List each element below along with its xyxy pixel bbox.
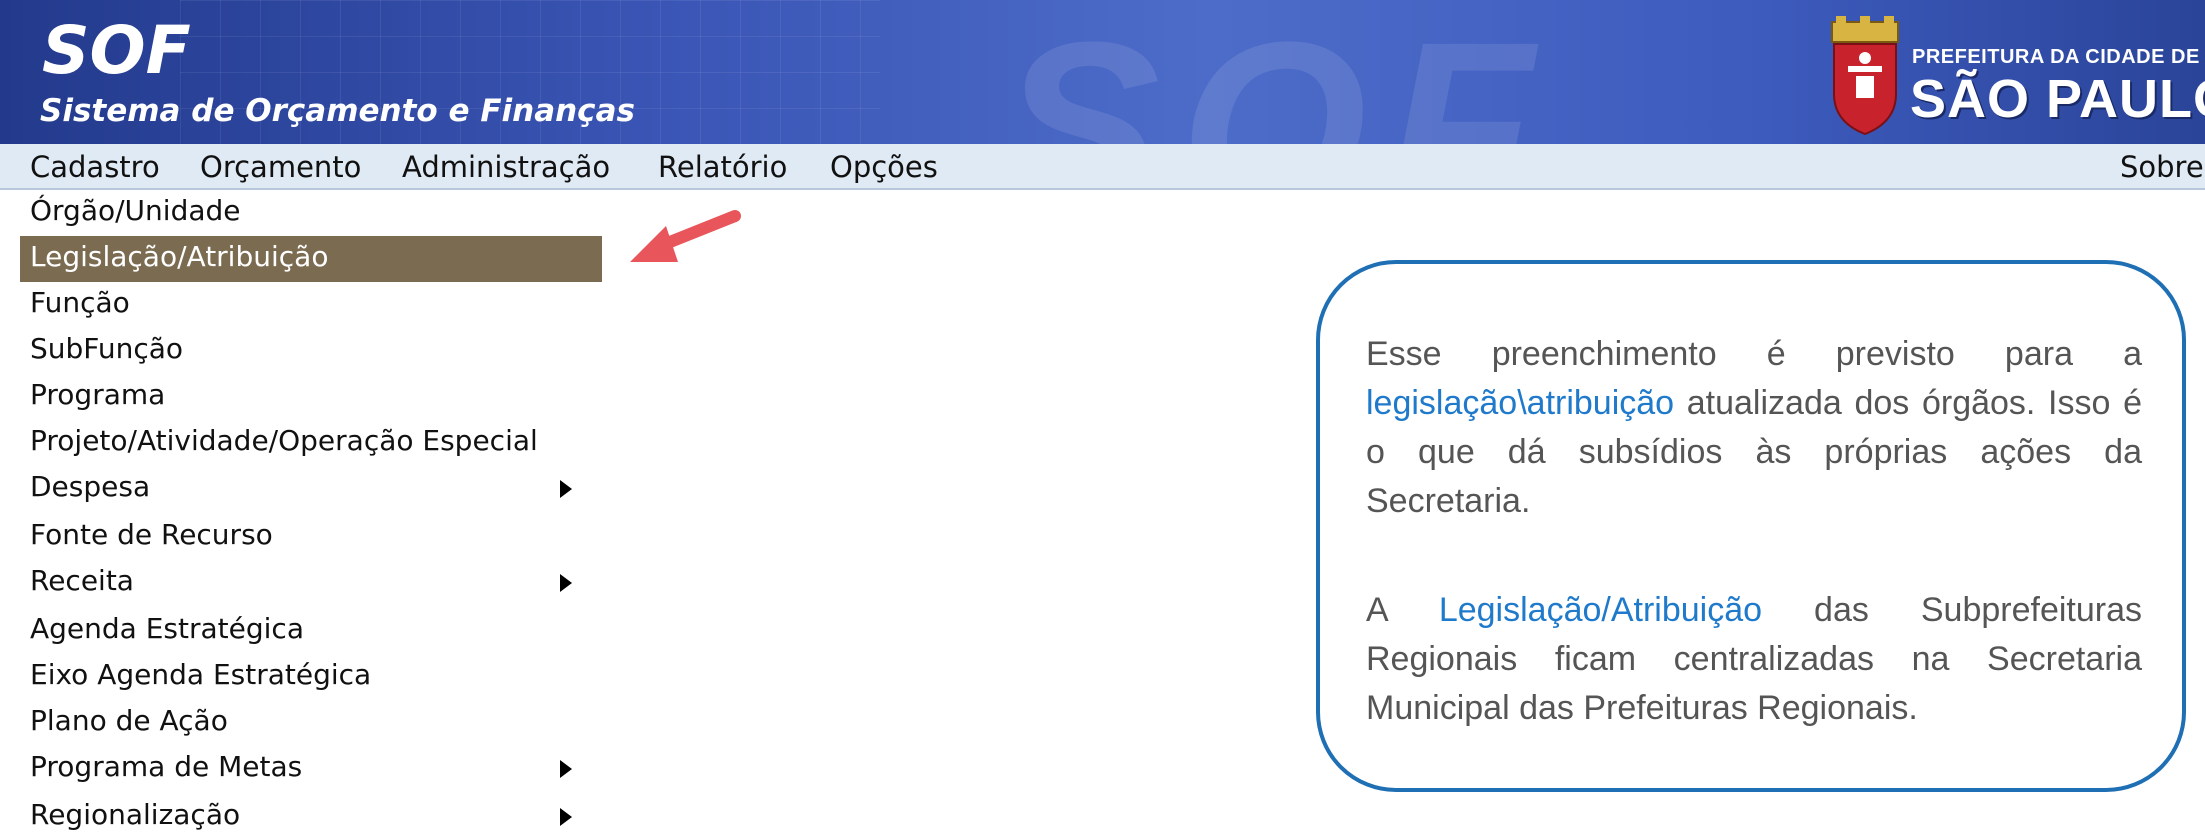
callout-text: Esse preenchimento é previsto para a — [1366, 335, 2142, 373]
submenu-arrow-icon — [560, 808, 572, 826]
menu-relatorio[interactable]: Relatório — [658, 150, 787, 184]
menu-item-label: SubFunção — [30, 332, 184, 365]
callout-paragraph-2: A Legislação/Atribuição das Subprefeitur… — [1366, 586, 2142, 733]
submenu-arrow-icon — [560, 480, 572, 498]
menu-item-label: Fonte de Recurso — [30, 518, 273, 551]
menu-opcoes[interactable]: Opções — [830, 150, 938, 184]
app-header: SOF SOF Sistema de Orçamento e Finanças … — [0, 0, 2205, 144]
menu-item-label: Despesa — [30, 470, 151, 503]
menu-item-legislacao-atribuicao[interactable]: Legislação/Atribuição — [20, 236, 602, 282]
menu-item-subfuncao[interactable]: SubFunção — [20, 328, 602, 374]
menubar: Cadastro Orçamento Administração Relatór… — [0, 144, 2205, 190]
menu-item-agenda-estrategica[interactable]: Agenda Estratégica — [20, 608, 602, 654]
logo-line1: PREFEITURA DA CIDADE DE — [1912, 46, 2200, 68]
menu-item-programa-de-metas[interactable]: Programa de Metas — [20, 746, 602, 792]
app-subtitle: Sistema de Orçamento e Finanças — [40, 93, 635, 129]
menu-item-programa[interactable]: Programa — [20, 374, 602, 420]
submenu-arrow-icon — [560, 760, 572, 778]
logo-line2: SÃO PAULO — [1910, 69, 2205, 129]
menu-item-label: Projeto/Atividade/Operação Especial — [30, 424, 538, 457]
annotation-arrow-icon — [630, 210, 741, 262]
cadastro-dropdown-menu: Órgão/Unidade Legislação/Atribuição Funç… — [20, 190, 602, 838]
menu-item-plano-de-acao[interactable]: Plano de Ação — [20, 700, 602, 746]
menu-item-label: Programa — [30, 378, 166, 411]
menu-item-label: Legislação/Atribuição — [30, 240, 329, 273]
menu-administracao[interactable]: Administração — [402, 150, 610, 184]
prefeitura-logo: PREFEITURA DA CIDADE DE SÃO PAULO — [1826, 16, 2205, 136]
menu-item-orgao-unidade[interactable]: Órgão/Unidade — [20, 190, 602, 236]
callout-paragraph-1: Esse preenchimento é previsto para a leg… — [1366, 330, 2142, 526]
header-watermark: SOF — [1000, 0, 1554, 144]
menu-item-funcao[interactable]: Função — [20, 282, 602, 328]
dropdown-left-edge — [0, 190, 20, 838]
callout-text: A — [1366, 591, 1439, 629]
menu-item-regionalizacao[interactable]: Regionalização — [20, 794, 602, 838]
city-coat-of-arms-icon — [1831, 16, 1899, 136]
menu-item-label: Função — [30, 286, 130, 319]
app-name: SOF — [42, 12, 191, 89]
menu-item-label: Órgão/Unidade — [30, 194, 241, 227]
menu-item-label: Eixo Agenda Estratégica — [30, 658, 372, 691]
menu-sobre[interactable]: Sobre — [2120, 150, 2204, 184]
menu-item-label: Programa de Metas — [30, 750, 303, 783]
menu-cadastro[interactable]: Cadastro — [30, 150, 160, 184]
menu-item-projeto-atividade[interactable]: Projeto/Atividade/Operação Especial — [20, 420, 602, 466]
callout-highlight: legislação\atribuição — [1366, 384, 1675, 422]
submenu-arrow-icon — [560, 574, 572, 592]
menu-item-label: Plano de Ação — [30, 704, 228, 737]
menu-item-label: Regionalização — [30, 798, 241, 831]
menu-item-receita[interactable]: Receita — [20, 560, 602, 606]
menu-item-despesa[interactable]: Despesa — [20, 466, 602, 512]
menu-item-label: Agenda Estratégica — [30, 612, 304, 645]
menu-item-label: Receita — [30, 564, 134, 597]
menu-item-eixo-agenda-estrategica[interactable]: Eixo Agenda Estratégica — [20, 654, 602, 700]
menu-orcamento[interactable]: Orçamento — [200, 150, 361, 184]
callout-highlight: Legislação/Atribuição — [1438, 591, 1763, 629]
annotation-callout: Esse preenchimento é previsto para a leg… — [1316, 260, 2186, 792]
menu-item-fonte-de-recurso[interactable]: Fonte de Recurso — [20, 514, 602, 560]
